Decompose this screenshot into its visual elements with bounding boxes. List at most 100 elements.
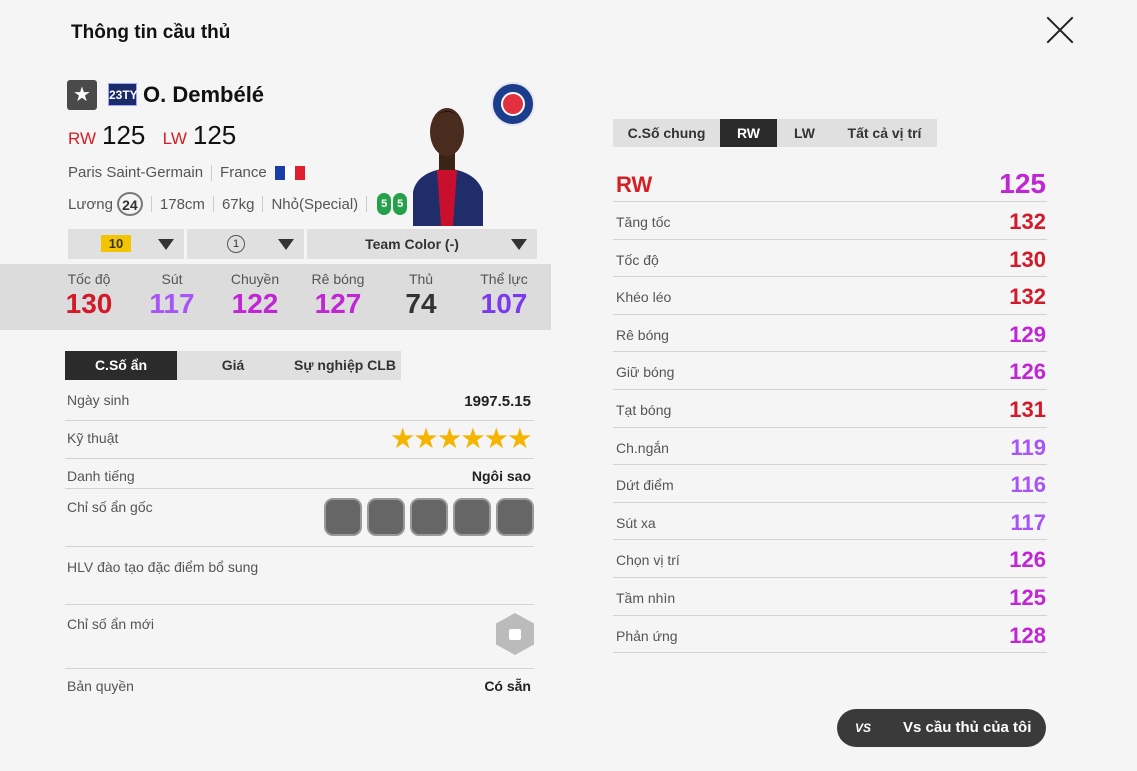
detail-stat-value: 126 [1009, 547, 1046, 573]
position-ovr: 125 [192, 120, 237, 150]
weight: 67kg [221, 195, 255, 213]
detail-stat-label: Tăng tốc [616, 214, 671, 230]
versus-search-icon: VS [855, 721, 872, 735]
detail-stat-row: Phản ứng 128 [613, 615, 1047, 654]
position-label: RW [68, 129, 97, 148]
license-status: Có sẵn [484, 678, 531, 694]
detail-stat-label: Sút xa [616, 514, 656, 531]
chemistry-badge: 1 [227, 235, 245, 253]
position-ratings: RW 125 LW 125 [68, 120, 246, 151]
club-logo [491, 82, 535, 126]
detail-stat-value: 117 [1010, 509, 1047, 535]
right-foot-icon: 5 [393, 193, 408, 215]
detail-stat-label: Khéo léo [616, 289, 672, 306]
detail-stat-value: 128 [1009, 622, 1046, 648]
reputation: Ngôi sao [471, 468, 531, 484]
tab-lw[interactable]: LW [777, 119, 832, 147]
detail-stat-row: Dứt điểm 116 [613, 464, 1047, 503]
chevron-down-icon [158, 239, 174, 250]
tab-general-stats[interactable]: C.Số chung [613, 119, 720, 147]
detail-stat-row: Giữ bóng 126 [613, 351, 1047, 390]
stat-defending: Thủ 74 [405, 271, 437, 319]
trait-icons [319, 498, 534, 541]
france-flag-icon [274, 166, 305, 181]
new-traits-row: Chỉ số ẩn mới [65, 604, 534, 669]
team-color-label: Team Color (-) [365, 236, 459, 252]
birth-row: Ngày sinh 1997.5.15 [65, 383, 534, 421]
page-title: Thông tin cầu thủ [71, 22, 231, 43]
detail-stat-label: Tốc độ [616, 251, 659, 268]
detail-stat-row: Sút xa 117 [613, 502, 1047, 541]
main-stats-bar: Tốc độ 130 Sút 117 Chuyền 122 Rê bóng 127 Th… [0, 264, 551, 330]
club-nation-line: Paris Saint-Germain France [68, 164, 305, 182]
compare-button[interactable]: VS Vs cầu thủ của tôi [837, 709, 1046, 747]
skill-stars: ★★★★★★ [391, 425, 531, 453]
detail-stat-label: Phản ứng [616, 627, 678, 644]
stat-pace: Tốc độ 130 [65, 271, 113, 319]
salary-badge: 24 [116, 192, 143, 216]
upgrade-level-badge: 10 [101, 235, 131, 252]
detail-stat-value: 116 [1010, 472, 1047, 498]
left-foot-icon: 5 [377, 193, 392, 215]
detail-stat-row: Tầm nhìn 125 [613, 577, 1047, 616]
trait-icon-3[interactable] [410, 498, 448, 536]
position-ovr: 125 [102, 120, 146, 150]
trait-icon-2[interactable] [367, 498, 405, 536]
team-color-dropdown[interactable]: Team Color (-) [307, 229, 537, 259]
detail-stat-row: Chọn vị trí 126 [613, 539, 1047, 578]
stat-passing: Chuyền 122 [230, 271, 280, 319]
birth-date: 1997.5.15 [464, 393, 531, 410]
detail-stat-label: Dứt điểm [616, 477, 674, 494]
lock-icon [496, 613, 534, 655]
tab-hidden-stats[interactable]: C.Số ẩn [65, 351, 177, 380]
tab-rw[interactable]: RW [720, 119, 777, 147]
stat-shooting: Sút 117 [149, 271, 195, 319]
trait-icon-1[interactable] [324, 498, 362, 536]
detail-stat-label: Rê bóng [616, 326, 669, 343]
trait-icon-4[interactable] [453, 498, 491, 536]
chemistry-dropdown[interactable]: 1 [187, 229, 304, 259]
body-type: Nhỏ(Special) [271, 195, 359, 213]
detail-stat-label: Tạt bóng [616, 402, 672, 418]
club-name: Paris Saint-Germain [68, 164, 204, 181]
nation-name: France [220, 164, 267, 181]
license-row: Bản quyền Có sẵn [67, 678, 531, 694]
position-label: RW [616, 172, 653, 197]
chevron-down-icon [511, 239, 527, 250]
detail-stat-row: Ch.ngắn 119 [613, 427, 1047, 466]
detail-stat-row: Tạt bóng 131 [613, 389, 1047, 428]
tab-price[interactable]: Giá [177, 351, 289, 380]
detail-stat-value: 125 [1009, 585, 1046, 610]
skill-row: Kỹ thuật ★★★★★★ [65, 420, 534, 459]
position-tabs: C.Số chung RW LW Tất cả vị trí [613, 119, 937, 147]
detail-stat-value: 129 [1009, 321, 1046, 347]
detail-stat-value: 119 [1010, 434, 1047, 460]
player-photo [413, 108, 483, 226]
upgrade-level-dropdown[interactable]: 10 [68, 229, 184, 259]
tab-club-career[interactable]: Sự nghiệp CLB [289, 351, 401, 380]
detail-stat-value: 130 [1009, 246, 1046, 272]
compare-button-label: Vs cầu thủ của tôi [903, 719, 1032, 736]
favorite-star-icon[interactable]: ★ [67, 80, 97, 110]
info-tabs: C.Số ẩn Giá Sự nghiệp CLB [65, 351, 401, 380]
detail-stat-label: Giữ bóng [616, 364, 675, 381]
traits-row: Chỉ số ẩn gốc [65, 488, 534, 547]
close-icon[interactable] [1044, 14, 1076, 46]
detail-stat-row: Tăng tốc 132 [613, 201, 1047, 240]
detail-stat-row: Khéo léo 132 [613, 276, 1047, 315]
position-ovr: 125 [999, 168, 1046, 199]
stat-dribbling: Rê bóng 127 [311, 271, 365, 319]
detail-stat-label: Chọn vị trí [616, 552, 680, 569]
detail-stat-value: 131 [1009, 397, 1046, 422]
height: 178cm [159, 195, 205, 213]
detail-stat-label: Ch.ngắn [616, 439, 669, 456]
detail-stat-row: Rê bóng 129 [613, 314, 1047, 353]
trait-icon-5[interactable] [496, 498, 534, 536]
tab-all-positions[interactable]: Tất cả vị trí [832, 119, 937, 147]
detail-stat-value: 132 [1009, 209, 1046, 234]
coach-traits-row: HLV đào tạo đặc điểm bổ sung [65, 546, 534, 605]
player-info-line: Lương 24 178cm 67kg Nhỏ(Special) 5 5 [68, 192, 408, 216]
chevron-down-icon [278, 239, 294, 250]
position-label: LW [162, 129, 187, 148]
stat-physical: Thể lực 107 [480, 271, 528, 319]
